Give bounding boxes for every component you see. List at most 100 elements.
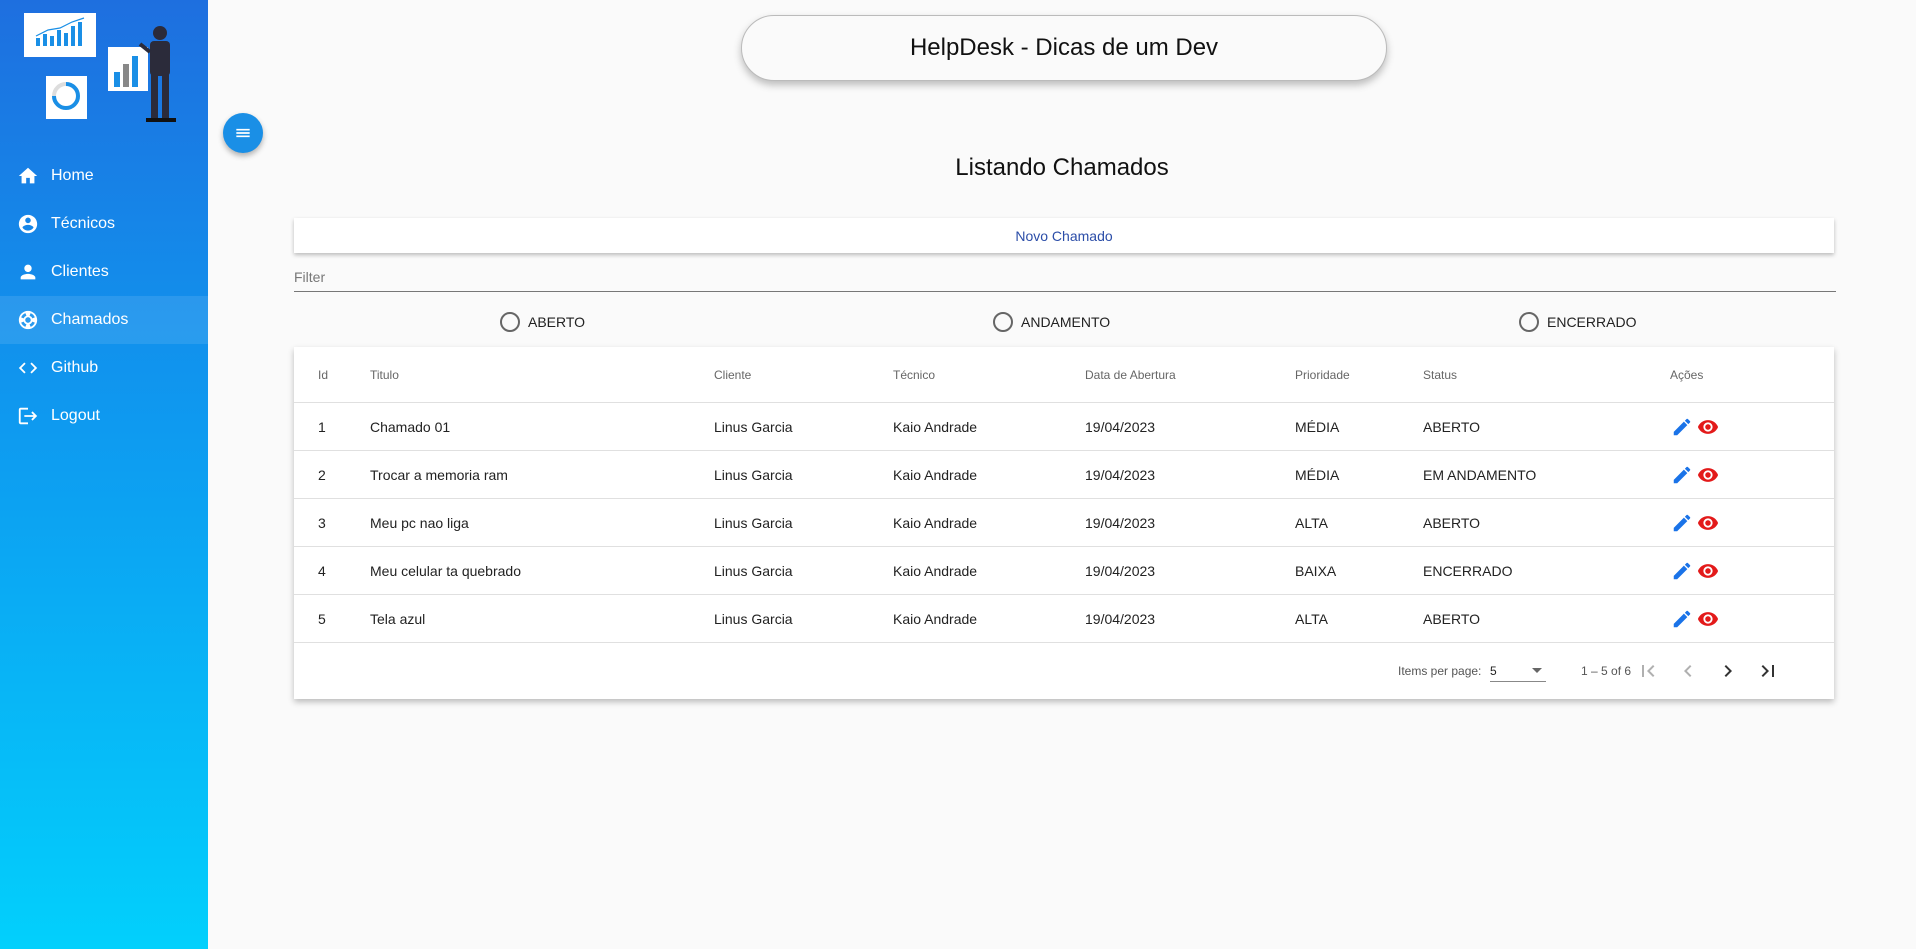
radio-aberto[interactable]: ABERTO [500, 311, 585, 333]
filter-field [294, 266, 1836, 292]
cell-actions [1670, 451, 1720, 498]
cell-tecnico: Kaio Andrade [893, 610, 978, 627]
cell-prioridade: ALTA [1295, 514, 1328, 531]
filter-input[interactable] [294, 266, 1836, 288]
dropdown-arrow-icon [1532, 668, 1542, 673]
edit-icon[interactable] [1670, 511, 1694, 535]
eye-icon[interactable] [1696, 463, 1720, 487]
next-page-button[interactable] [1712, 655, 1744, 687]
cell-status: EM ANDAMENTO [1423, 466, 1537, 483]
menu-toggle-button[interactable] [223, 113, 263, 153]
cell-data: 19/04/2023 [1085, 562, 1156, 579]
first-page-button[interactable] [1632, 655, 1664, 687]
eye-icon[interactable] [1696, 511, 1720, 535]
cell-cliente: Linus Garcia [714, 514, 793, 531]
cell-titulo: Meu celular ta quebrado [370, 562, 521, 579]
cell-id: 1 [318, 418, 326, 435]
eye-icon[interactable] [1696, 607, 1720, 631]
sidebar-item-home[interactable]: Home [0, 152, 208, 200]
radio-encerrado[interactable]: ENCERRADO [1519, 311, 1636, 333]
radio-label: ABERTO [528, 314, 586, 330]
cell-tecnico: Kaio Andrade [893, 514, 978, 531]
sidebar: Home Técnicos Clientes Chamados Github L… [0, 0, 208, 949]
menu-icon [233, 123, 253, 143]
sidebar-item-label: Home [51, 167, 94, 184]
tickets-table: Id Titulo Cliente Técnico Data de Abertu… [294, 347, 1834, 699]
cell-titulo: Chamado 01 [370, 418, 451, 435]
cell-prioridade: ALTA [1295, 610, 1328, 627]
sidebar-item-label: Github [51, 359, 99, 376]
edit-icon[interactable] [1670, 415, 1694, 439]
radio-label: ENCERRADO [1547, 314, 1637, 330]
table-row: 1 Chamado 01 Linus Garcia Kaio Andrade 1… [294, 403, 1834, 451]
radio-circle [500, 312, 520, 332]
column-header-titulo[interactable]: Titulo [370, 347, 399, 402]
edit-icon[interactable] [1670, 463, 1694, 487]
previous-page-button[interactable] [1672, 655, 1704, 687]
last-page-icon [1756, 659, 1780, 683]
edit-icon[interactable] [1670, 559, 1694, 583]
cell-id: 3 [318, 514, 326, 531]
app-title-header: HelpDesk - Dicas de um Dev [741, 15, 1387, 81]
first-page-icon [1636, 659, 1660, 683]
last-page-button[interactable] [1752, 655, 1784, 687]
cell-data: 19/04/2023 [1085, 514, 1156, 531]
sidebar-item-label: Técnicos [51, 215, 116, 232]
home-icon [17, 165, 39, 187]
chevron-right-icon [1716, 659, 1740, 683]
column-header-cliente[interactable]: Cliente [714, 347, 751, 402]
support-icon [17, 309, 39, 331]
cell-actions [1670, 403, 1720, 450]
column-header-status[interactable]: Status [1423, 347, 1457, 402]
column-header-id[interactable]: Id [318, 347, 328, 402]
chevron-left-icon [1676, 659, 1700, 683]
cell-cliente: Linus Garcia [714, 466, 793, 483]
cell-status: ABERTO [1423, 514, 1481, 531]
new-ticket-button[interactable]: Novo Chamado [294, 218, 1834, 253]
sidebar-item-label: Clientes [51, 263, 109, 280]
column-header-tecnico[interactable]: Técnico [893, 347, 935, 402]
sidebar-nav: Home Técnicos Clientes Chamados Github L… [0, 152, 208, 440]
eye-icon[interactable] [1696, 559, 1720, 583]
code-icon [17, 357, 39, 379]
sidebar-item-chamados[interactable]: Chamados [0, 296, 208, 344]
new-ticket-label: Novo Chamado [1015, 227, 1113, 244]
account-circle-icon [17, 213, 39, 235]
table-header-row: Id Titulo Cliente Técnico Data de Abertu… [294, 347, 1834, 403]
cell-id: 2 [318, 466, 326, 483]
table-row: 3 Meu pc nao liga Linus Garcia Kaio Andr… [294, 499, 1834, 547]
cell-data: 19/04/2023 [1085, 418, 1156, 435]
page-size-select[interactable]: 5 [1490, 660, 1546, 682]
column-header-prioridade[interactable]: Prioridade [1295, 347, 1350, 402]
cell-titulo: Trocar a memoria ram [370, 466, 508, 483]
page-title: Listando Chamados [955, 154, 1169, 181]
logout-icon [17, 405, 39, 427]
radio-circle [1519, 312, 1539, 332]
column-header-acoes: Ações [1670, 367, 1704, 382]
eye-icon[interactable] [1696, 415, 1720, 439]
sidebar-item-label: Logout [51, 407, 100, 424]
table-row: 4 Meu celular ta quebrado Linus Garcia K… [294, 547, 1834, 595]
person-icon [17, 261, 39, 283]
cell-actions [1670, 499, 1720, 546]
cell-cliente: Linus Garcia [714, 562, 793, 579]
cell-tecnico: Kaio Andrade [893, 562, 978, 579]
app-title: HelpDesk - Dicas de um Dev [909, 34, 1219, 61]
sidebar-item-tecnicos[interactable]: Técnicos [0, 200, 208, 248]
sidebar-item-clientes[interactable]: Clientes [0, 248, 208, 296]
sidebar-item-github[interactable]: Github [0, 344, 208, 392]
cell-status: ABERTO [1423, 610, 1481, 627]
cell-actions [1670, 547, 1720, 594]
sidebar-item-logout[interactable]: Logout [0, 392, 208, 440]
edit-icon[interactable] [1670, 607, 1694, 631]
dashboard-illustration [24, 13, 176, 122]
cell-status: ENCERRADO [1423, 562, 1513, 579]
cell-prioridade: MÉDIA [1295, 418, 1340, 435]
page-size-value: 5 [1490, 663, 1497, 678]
radio-andamento[interactable]: ANDAMENTO [993, 311, 1110, 333]
paginator: Items per page: 5 1 – 5 of 6 [294, 643, 1834, 699]
cell-tecnico: Kaio Andrade [893, 466, 978, 483]
page-range-label: 1 – 5 of 6 [1581, 664, 1632, 678]
cell-id: 5 [318, 610, 326, 627]
column-header-data-abertura[interactable]: Data de Abertura [1085, 347, 1176, 402]
